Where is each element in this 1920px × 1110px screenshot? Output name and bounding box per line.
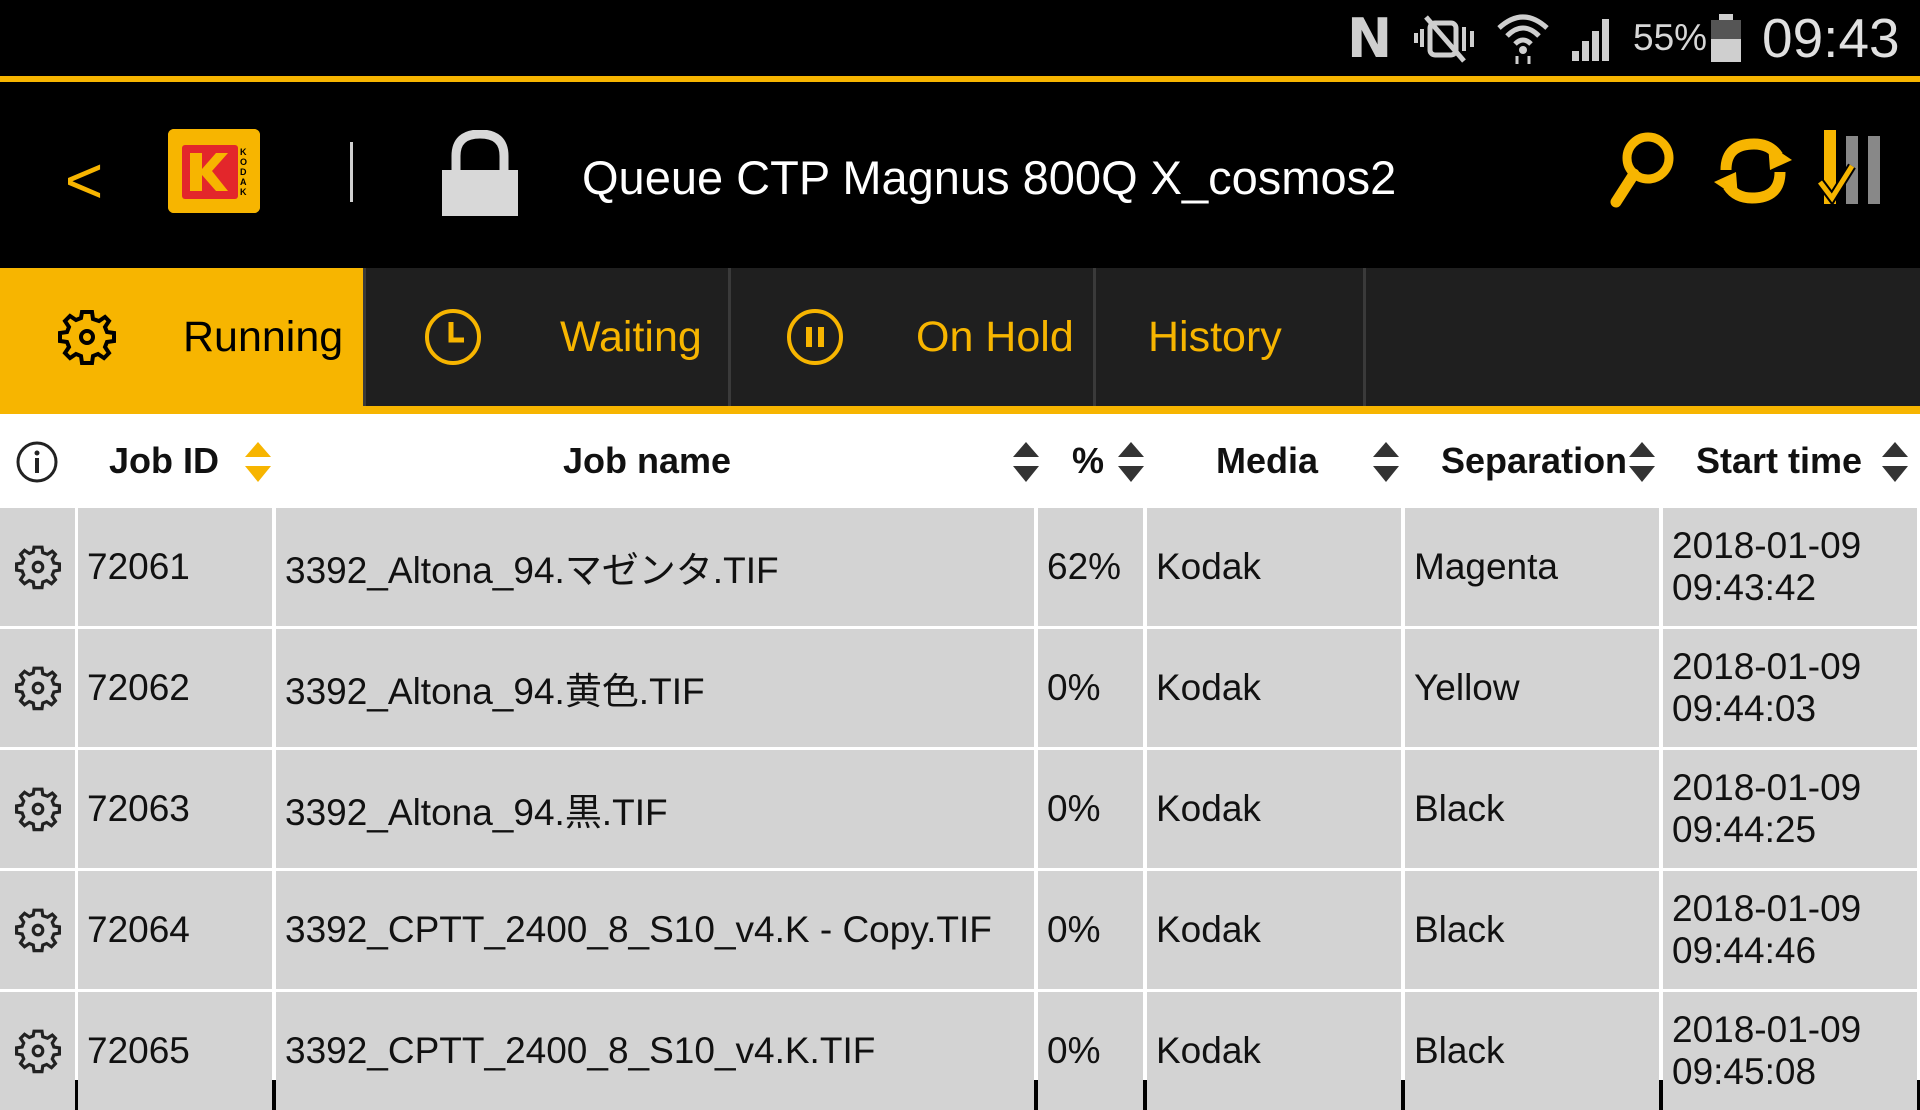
start-date: 2018-01-09 [1672,1009,1862,1050]
col-header-job-name[interactable]: Job name [563,414,731,508]
start-date: 2018-01-09 [1672,888,1862,929]
start-clock: 09:44:25 [1672,809,1817,850]
cell-job-id: 72065 [78,992,272,1110]
cell-percent: 0% [1038,992,1143,1110]
cell-media: Kodak [1147,750,1401,868]
row-status-gear-icon [0,629,75,747]
search-icon[interactable] [1610,130,1676,215]
cell-job-name: 3392_CPTT_2400_8_S10_v4.K.TIF [276,992,1034,1110]
start-date: 2018-01-09 [1672,646,1862,687]
table-row[interactable]: 72064 3392_CPTT_2400_8_S10_v4.K - Copy.T… [0,871,1920,989]
start-date: 2018-01-09 [1672,767,1862,808]
start-clock: 09:43:42 [1672,567,1817,608]
back-button[interactable]: < [56,142,112,218]
tab-waiting-label: Waiting [560,312,702,361]
tab-history-label: History [1148,312,1282,361]
cell-separation: Black [1405,992,1659,1110]
row-status-gear-icon [0,750,75,868]
cell-separation: Black [1405,871,1659,989]
cell-percent: 0% [1038,750,1143,868]
kodak-logo: KODAK [168,129,260,213]
col-header-percent[interactable]: % [1072,414,1104,508]
row-status-gear-icon [0,992,75,1110]
tab-separator [1363,268,1366,406]
cell-job-name: 3392_Altona_94.黄色.TIF [276,629,1034,747]
cell-job-id: 72064 [78,871,272,989]
sort-icon[interactable] [1118,442,1144,487]
cell-job-id: 72063 [78,750,272,868]
cell-separation: Magenta [1405,508,1659,626]
clock-icon [424,308,482,371]
cell-job-name: 3392_CPTT_2400_8_S10_v4.K - Copy.TIF [276,871,1034,989]
cell-start-time: 2018-01-09 09:44:25 [1663,750,1917,868]
table-row[interactable]: 72062 3392_Altona_94.黄色.TIF 0% Kodak Yel… [0,629,1920,747]
tab-on-hold[interactable]: On Hold [731,268,1093,406]
header-divider [350,142,353,202]
cell-separation: Black [1405,750,1659,868]
col-header-start-time[interactable]: Start time [1696,414,1862,508]
cell-media: Kodak [1147,629,1401,747]
tab-running[interactable]: Running [0,268,363,406]
app-header: < KODAK Queue CTP Magnus 800Q X_cosmos2 [0,82,1920,268]
cell-media: Kodak [1147,992,1401,1110]
cell-start-time: 2018-01-09 09:44:03 [1663,629,1917,747]
tab-history[interactable]: History [1096,268,1363,406]
kodak-logo-text: KODAK [240,147,248,197]
pause-icon [786,308,844,371]
info-icon[interactable] [15,440,59,489]
lock-icon[interactable] [442,129,518,221]
nfc-icon: N [1347,0,1392,76]
sort-icon[interactable] [245,442,271,487]
cell-media: Kodak [1147,871,1401,989]
cell-job-name: 3392_Altona_94.黒.TIF [276,750,1034,868]
job-table: 72061 3392_Altona_94.マゼンタ.TIF 62% Kodak … [0,508,1920,1110]
gear-icon [58,308,116,371]
wifi-icon [1495,0,1551,76]
mute-icon [1408,0,1480,76]
col-header-separation[interactable]: Separation [1441,414,1627,508]
tab-running-label: Running [183,312,344,361]
cell-job-id: 72062 [78,629,272,747]
start-clock: 09:44:03 [1672,688,1817,729]
cell-job-name: 3392_Altona_94.マゼンタ.TIF [276,508,1034,626]
sort-icon[interactable] [1013,442,1039,487]
cell-percent: 0% [1038,629,1143,747]
cell-percent: 0% [1038,871,1143,989]
cell-job-id: 72061 [78,508,272,626]
cell-separation: Yellow [1405,629,1659,747]
cell-start-time: 2018-01-09 09:43:42 [1663,508,1917,626]
signal-icon [1568,0,1618,76]
cell-start-time: 2018-01-09 09:44:46 [1663,871,1917,989]
sort-icon[interactable] [1373,442,1399,487]
col-header-job-id[interactable]: Job ID [109,414,219,508]
clock-time: 09:43 [1762,7,1900,69]
table-row[interactable]: 72065 3392_CPTT_2400_8_S10_v4.K.TIF 0% K… [0,992,1920,1110]
start-clock: 09:45:08 [1672,1051,1817,1092]
row-status-gear-icon [0,871,75,989]
queue-control-icon[interactable] [1816,130,1888,217]
cell-percent: 62% [1038,508,1143,626]
table-row[interactable]: 72061 3392_Altona_94.マゼンタ.TIF 62% Kodak … [0,508,1920,626]
queue-title: Queue CTP Magnus 800Q X_cosmos2 [582,151,1397,204]
tab-waiting[interactable]: Waiting [366,268,728,406]
cell-start-time: 2018-01-09 09:45:08 [1663,992,1917,1110]
start-clock: 09:44:46 [1672,930,1817,971]
table-row[interactable]: 72063 3392_Altona_94.黒.TIF 0% Kodak Blac… [0,750,1920,868]
row-status-gear-icon [0,508,75,626]
nfc-label: N [1347,6,1393,70]
cell-media: Kodak [1147,508,1401,626]
start-date: 2018-01-09 [1672,525,1862,566]
table-header: Job ID Job name % Media Separation Start… [0,414,1920,508]
battery-icon [1709,0,1743,76]
tab-underline [0,406,1920,414]
tab-bar: Running Waiting On Hold History [0,268,1920,406]
status-bar: N 55% 09:43 [0,0,1920,76]
sort-icon[interactable] [1882,442,1908,487]
col-header-media[interactable]: Media [1216,414,1318,508]
tab-on-hold-label: On Hold [916,312,1074,361]
battery-percentage: 55% [1633,17,1708,58]
sort-icon[interactable] [1629,442,1655,487]
refresh-icon[interactable] [1712,130,1794,215]
